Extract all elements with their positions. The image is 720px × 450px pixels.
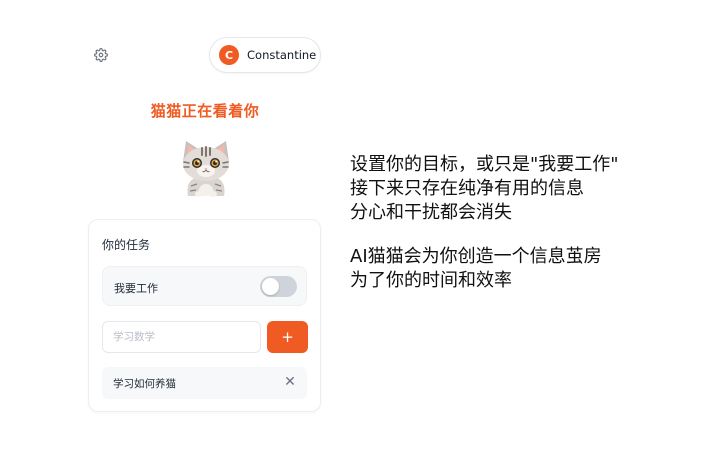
- user-menu-button[interactable]: C Constantine: [209, 37, 321, 73]
- user-name: Constantine: [247, 48, 317, 62]
- new-task-input[interactable]: [102, 321, 261, 353]
- work-mode-label: 我要工作: [114, 282, 158, 295]
- add-task-button[interactable]: +: [267, 321, 308, 353]
- task-list-item: 学习如何养猫 ✕: [102, 367, 307, 399]
- settings-button[interactable]: [92, 46, 110, 64]
- description-line: 分心和干扰都会消失: [350, 202, 512, 223]
- tasks-card: 你的任务 我要工作 + 学习如何养猫 ✕: [88, 219, 321, 412]
- work-mode-toggle[interactable]: [260, 276, 297, 297]
- page-title: 猫猫正在看着你: [150, 102, 260, 120]
- description-line: AI猫猫会为你创造一个信息茧房: [350, 246, 602, 267]
- close-icon[interactable]: ✕: [282, 374, 298, 390]
- gear-icon: [94, 48, 108, 62]
- avatar: C: [219, 45, 239, 65]
- description-text: 设置你的目标，或只是"我要工作" 接下来只存在纯净有用的信息 分心和干扰都会消失…: [350, 153, 690, 293]
- description-line: 为了你的时间和效率: [350, 270, 512, 291]
- work-mode-row: 我要工作: [102, 266, 307, 306]
- task-label: 学习如何养猫: [113, 378, 176, 390]
- cat-icon: [183, 141, 229, 197]
- description-line: 接下来只存在纯净有用的信息: [350, 178, 584, 199]
- description-line: 设置你的目标，或只是"我要工作": [350, 154, 619, 175]
- toggle-knob: [262, 278, 279, 295]
- tasks-card-title: 你的任务: [102, 238, 151, 252]
